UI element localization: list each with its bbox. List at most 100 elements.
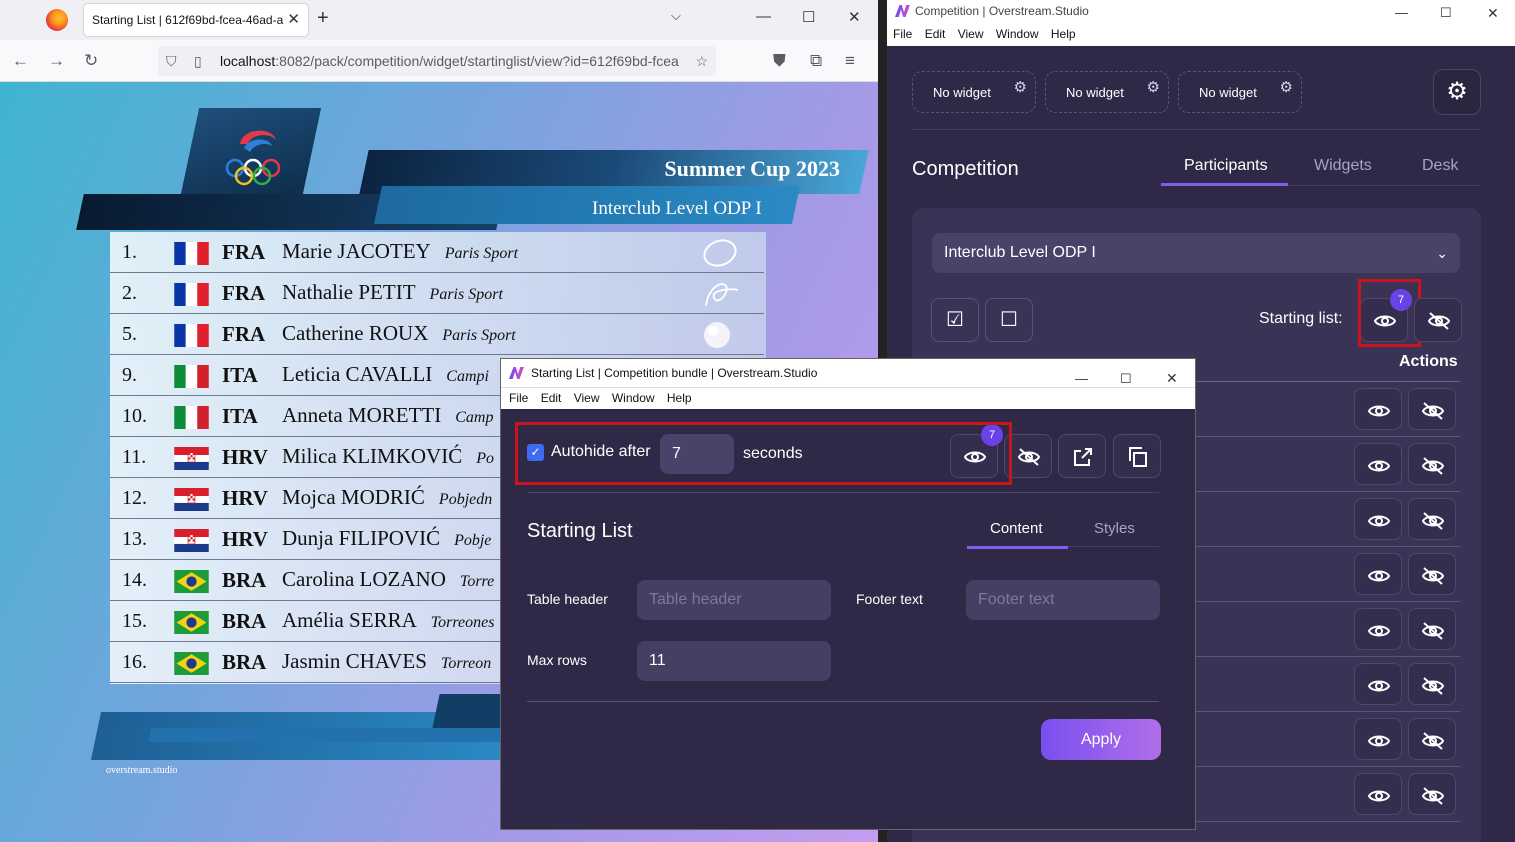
firefox-icon[interactable] <box>46 9 68 31</box>
menu-view[interactable]: View <box>958 23 984 46</box>
reload-icon[interactable]: ↻ <box>84 51 98 71</box>
level-select[interactable]: Interclub Level ODP I ⌄ <box>932 233 1460 273</box>
url-bar[interactable]: ⛉ ▯ localhost:8082/pack/competition/widg… <box>158 46 716 76</box>
hoop-icon <box>700 237 740 269</box>
eye-off-icon <box>1427 312 1451 330</box>
menu-window[interactable]: Window <box>996 23 1039 46</box>
page-info-icon[interactable]: ▯ <box>194 46 202 76</box>
active-tab-indicator <box>1161 183 1288 186</box>
show-participant-button[interactable] <box>1354 553 1402 595</box>
back-icon[interactable]: ← <box>12 51 29 71</box>
footer-stripe <box>148 728 512 742</box>
browser-tab[interactable]: Starting List | 612f69bd-fcea-46ad-a ✕ <box>84 4 308 36</box>
list-item: 5. FRA Catherine ROUX Paris Sport <box>110 314 764 355</box>
tab-widgets[interactable]: Widgets <box>1314 157 1372 175</box>
dialog-window-title: Starting List | Competition bundle | Ove… <box>531 366 818 380</box>
eye-off-icon <box>1421 567 1445 585</box>
gear-icon[interactable]: ⚙ <box>1014 67 1027 109</box>
tab-participants[interactable]: Participants <box>1184 157 1268 175</box>
club-name: Torreones <box>430 614 495 631</box>
start-number: 14. <box>122 569 147 591</box>
hide-participant-button[interactable] <box>1408 718 1456 760</box>
maximize-icon[interactable]: ☐ <box>802 8 815 26</box>
flag-hrv-icon <box>174 447 209 470</box>
start-number: 2. <box>122 282 137 304</box>
footer-text-input[interactable]: Footer text <box>966 580 1160 620</box>
row-divider <box>1187 436 1460 437</box>
hide-participant-button[interactable] <box>1408 388 1456 430</box>
gear-icon[interactable]: ⚙ <box>1147 67 1160 109</box>
hide-starting-list-button[interactable] <box>1414 298 1462 342</box>
bookmark-star-icon[interactable]: ☆ <box>691 46 708 76</box>
gear-icon: ⚙ <box>1446 78 1468 105</box>
new-tab-button[interactable]: + <box>317 7 329 30</box>
minimize-icon[interactable]: — <box>1395 2 1408 24</box>
eye-off-icon <box>1421 677 1445 695</box>
close-window-icon[interactable]: ✕ <box>1487 2 1499 24</box>
athlete-name-text: Amélia SERRA <box>282 608 417 632</box>
deselect-all-button[interactable]: ☐ <box>985 298 1033 342</box>
menu-file[interactable]: File <box>893 23 912 46</box>
menu-file[interactable]: File <box>509 388 528 409</box>
nation-code: ITA <box>222 363 258 387</box>
show-participant-button[interactable] <box>1354 663 1402 705</box>
start-number: 10. <box>122 405 147 427</box>
menu-edit[interactable]: Edit <box>541 388 562 409</box>
pocket-icon[interactable]: ⛊ <box>773 51 786 71</box>
show-participant-button[interactable] <box>1354 498 1402 540</box>
extensions-icon[interactable]: ⧉ <box>810 51 822 71</box>
copy-button[interactable] <box>1113 434 1161 478</box>
show-participant-button[interactable] <box>1354 718 1402 760</box>
maximize-icon[interactable]: ☐ <box>1440 2 1452 24</box>
menu-icon[interactable]: ≡ <box>845 51 855 71</box>
minimize-icon[interactable]: — <box>756 8 771 25</box>
actions-header: Actions <box>1399 353 1458 370</box>
footer-brand: overstream.studio <box>106 765 178 776</box>
club-name: Paris Sport <box>444 245 519 262</box>
open-external-button[interactable] <box>1058 434 1106 478</box>
close-tab-icon[interactable]: ✕ <box>287 4 300 36</box>
show-participant-button[interactable] <box>1354 388 1402 430</box>
athlete-name-text: Marie JACOTEY <box>282 239 431 263</box>
tab-content[interactable]: Content <box>990 520 1043 537</box>
widget-slot-2[interactable]: No widget ⚙ <box>1045 71 1169 113</box>
menu-window[interactable]: Window <box>612 388 655 409</box>
show-participant-button[interactable] <box>1354 443 1402 485</box>
hide-participant-button[interactable] <box>1408 498 1456 540</box>
show-participant-button[interactable] <box>1354 608 1402 650</box>
select-all-button[interactable]: ☑ <box>931 298 979 342</box>
hide-participant-button[interactable] <box>1408 553 1456 595</box>
gear-icon[interactable]: ⚙ <box>1280 67 1293 109</box>
apply-button[interactable]: Apply <box>1041 719 1161 760</box>
list-tabs-icon[interactable]: ⌵ <box>671 8 681 24</box>
club-name: Torre <box>459 573 495 590</box>
show-participant-button[interactable] <box>1354 773 1402 815</box>
shield-icon[interactable]: ⛉ <box>166 46 177 76</box>
eye-icon <box>1367 405 1391 417</box>
menu-help[interactable]: Help <box>667 388 692 409</box>
max-rows-input[interactable]: 11 <box>637 641 831 681</box>
external-link-icon <box>1074 448 1092 466</box>
tab-desk[interactable]: Desk <box>1422 157 1458 175</box>
close-window-icon[interactable]: ✕ <box>848 8 861 26</box>
hide-participant-button[interactable] <box>1408 773 1456 815</box>
table-header-input[interactable]: Table header <box>637 580 831 620</box>
widget-slot-1[interactable]: No widget ⚙ <box>912 71 1036 113</box>
menu-help[interactable]: Help <box>1051 23 1076 46</box>
hide-participant-button[interactable] <box>1408 663 1456 705</box>
browser-navbar: ← → ↻ ⛉ ▯ localhost:8082/pack/competitio… <box>0 40 878 82</box>
forward-icon[interactable]: → <box>48 51 65 71</box>
widget-slot-label: No widget <box>1066 85 1124 100</box>
settings-button[interactable]: ⚙ <box>1433 69 1481 115</box>
tab-styles[interactable]: Styles <box>1094 520 1135 537</box>
eye-off-icon <box>1421 732 1445 750</box>
nation-code: FRA <box>222 322 266 346</box>
widget-slot-3[interactable]: No widget ⚙ <box>1178 71 1302 113</box>
row-divider <box>1187 821 1460 822</box>
hide-participant-button[interactable] <box>1408 443 1456 485</box>
hide-participant-button[interactable] <box>1408 608 1456 650</box>
eye-off-icon <box>1421 512 1445 530</box>
menu-view[interactable]: View <box>574 388 600 409</box>
menu-edit[interactable]: Edit <box>925 23 946 46</box>
highlight-box <box>1358 279 1421 347</box>
